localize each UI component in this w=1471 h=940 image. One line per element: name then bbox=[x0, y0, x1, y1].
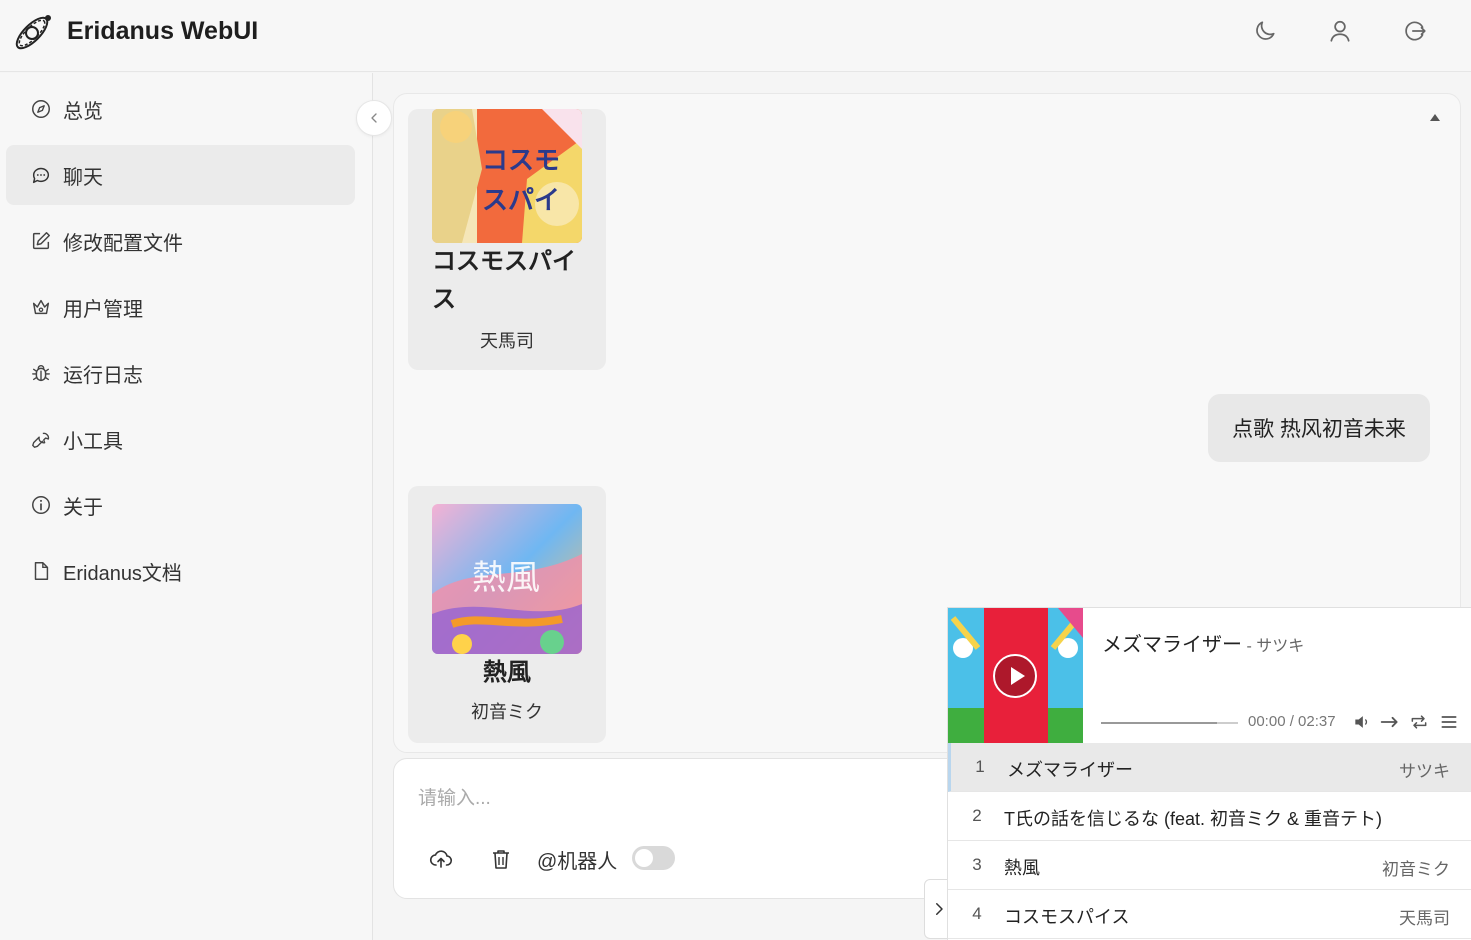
info-icon bbox=[30, 494, 52, 516]
compass-icon bbox=[30, 98, 52, 120]
sidebar-item-logs[interactable]: 运行日志 bbox=[6, 343, 355, 403]
now-playing-artist: サツキ bbox=[1256, 638, 1305, 655]
sidebar-item-label: Eridanus文档 bbox=[63, 562, 182, 585]
chat-icon bbox=[30, 164, 52, 186]
sidebar-item-label: 总览 bbox=[63, 100, 103, 123]
moon-icon[interactable] bbox=[1252, 18, 1278, 44]
sidebar-item-about[interactable]: 关于 bbox=[6, 475, 355, 535]
wrench-icon bbox=[30, 428, 52, 450]
play-button[interactable] bbox=[993, 654, 1037, 698]
chevron-left-icon bbox=[371, 113, 377, 123]
scroll-up-icon[interactable] bbox=[1430, 114, 1440, 121]
song-card[interactable]: 熱風 熱風 初音ミク bbox=[408, 486, 606, 743]
sidebar-item-docs[interactable]: Eridanus文档 bbox=[6, 541, 355, 601]
track-title: メズマライザー bbox=[1007, 760, 1133, 780]
track-number: 4 bbox=[972, 904, 982, 923]
playback-time: 00:00 / 02:37 bbox=[1248, 713, 1336, 730]
player-cover-image bbox=[948, 608, 1083, 743]
at-bot-label: @机器人 bbox=[537, 851, 618, 873]
sidebar-item-tools[interactable]: 小工具 bbox=[6, 409, 355, 469]
sidebar-item-label: 小工具 bbox=[63, 430, 123, 453]
trash-icon[interactable] bbox=[489, 847, 513, 871]
sidebar-item-overview[interactable]: 总览 bbox=[6, 79, 355, 139]
chevron-right-icon bbox=[936, 903, 943, 915]
song-artist: 天馬司 bbox=[480, 331, 534, 351]
track-number: 3 bbox=[972, 855, 982, 874]
at-bot-toggle[interactable] bbox=[632, 846, 675, 870]
sidebar-item-label: 修改配置文件 bbox=[63, 232, 183, 255]
progress-fill bbox=[1101, 722, 1218, 724]
app-title: Eridanus WebUI bbox=[67, 17, 259, 45]
order-arrow-icon[interactable] bbox=[1379, 712, 1399, 732]
toggle-knob bbox=[635, 849, 653, 867]
app-header: Eridanus WebUI bbox=[0, 0, 1471, 72]
now-playing-title: メズマライザー - サツキ bbox=[1102, 628, 1304, 657]
sidebar-item-edit-config[interactable]: 修改配置文件 bbox=[6, 211, 355, 271]
track-title: T氏の話を信じるな (feat. 初音ミク & 重音テト) bbox=[1004, 809, 1383, 829]
playlist-menu-icon[interactable] bbox=[1439, 712, 1459, 732]
app-logo-icon bbox=[10, 10, 56, 54]
svg-text:スパイ: スパイ bbox=[482, 186, 560, 216]
message-input-box[interactable]: 请输入... @机器人 bbox=[393, 758, 1013, 899]
sidebar-item-label: 运行日志 bbox=[63, 364, 143, 387]
svg-text:熱風: 熱風 bbox=[472, 558, 540, 598]
file-icon bbox=[30, 560, 52, 582]
album-cover-image: 熱風 bbox=[432, 504, 582, 654]
track-artist: 天馬司 bbox=[1399, 909, 1450, 928]
sidebar-item-chat[interactable]: 聊天 bbox=[6, 145, 355, 205]
repeat-icon[interactable] bbox=[1409, 712, 1429, 732]
track-title: コスモスパイス bbox=[1004, 907, 1130, 927]
user-icon[interactable] bbox=[1327, 18, 1353, 44]
upload-icon[interactable] bbox=[429, 847, 453, 871]
sidebar-item-user-management[interactable]: 用户管理 bbox=[6, 277, 355, 337]
volume-icon[interactable] bbox=[1352, 712, 1372, 732]
user-message-bubble: 点歌 热风初音未来 bbox=[1208, 394, 1430, 462]
progress-bar[interactable] bbox=[1101, 722, 1238, 724]
playlist-row[interactable]: 3 熱風 初音ミク bbox=[948, 841, 1471, 890]
edit-icon bbox=[30, 230, 52, 252]
playlist-row[interactable]: 1 メズマライザー サツキ bbox=[948, 743, 1471, 792]
sidebar-item-label: 聊天 bbox=[63, 166, 103, 189]
sidebar: 总览 聊天 修改配置文件 用户管理 运行日志 小工具 关于 Eridanus文档 bbox=[0, 73, 373, 940]
playlist-row[interactable]: 4 コスモスパイス 天馬司 bbox=[948, 890, 1471, 939]
sidebar-collapse-button[interactable] bbox=[356, 100, 392, 136]
playlist-row[interactable]: 2 T氏の話を信じるな (feat. 初音ミク & 重音テト) bbox=[948, 792, 1471, 841]
track-number: 1 bbox=[975, 757, 985, 776]
message-input[interactable]: 请输入... bbox=[418, 783, 491, 810]
song-title: 熱風 bbox=[483, 659, 531, 686]
track-title: 熱風 bbox=[1004, 858, 1040, 878]
bug-icon bbox=[30, 362, 52, 384]
svg-text:コスモ: コスモ bbox=[482, 146, 560, 176]
playlist: 1 メズマライザー サツキ 2 T氏の話を信じるな (feat. 初音ミク & … bbox=[948, 743, 1471, 939]
sidebar-item-label: 关于 bbox=[63, 496, 103, 519]
music-player: メズマライザー - サツキ 00:00 / 02:37 1 メズマライザー サツ… bbox=[947, 607, 1471, 940]
song-card[interactable]: コスモ スパイ コスモスパイス 天馬司 bbox=[408, 109, 606, 370]
track-number: 2 bbox=[972, 806, 982, 825]
sidebar-item-label: 用户管理 bbox=[63, 298, 143, 321]
track-artist: サツキ bbox=[1399, 762, 1450, 781]
track-artist: 初音ミク bbox=[1382, 860, 1450, 879]
song-title: コスモスパイス bbox=[432, 248, 576, 313]
now-playing-title-text: メズマライザー bbox=[1102, 634, 1242, 656]
logout-icon[interactable] bbox=[1402, 18, 1428, 44]
crown-icon bbox=[30, 296, 52, 318]
now-playing-separator: - bbox=[1242, 638, 1257, 655]
song-artist: 初音ミク bbox=[471, 702, 543, 722]
album-cover-image: コスモ スパイ bbox=[432, 109, 582, 243]
